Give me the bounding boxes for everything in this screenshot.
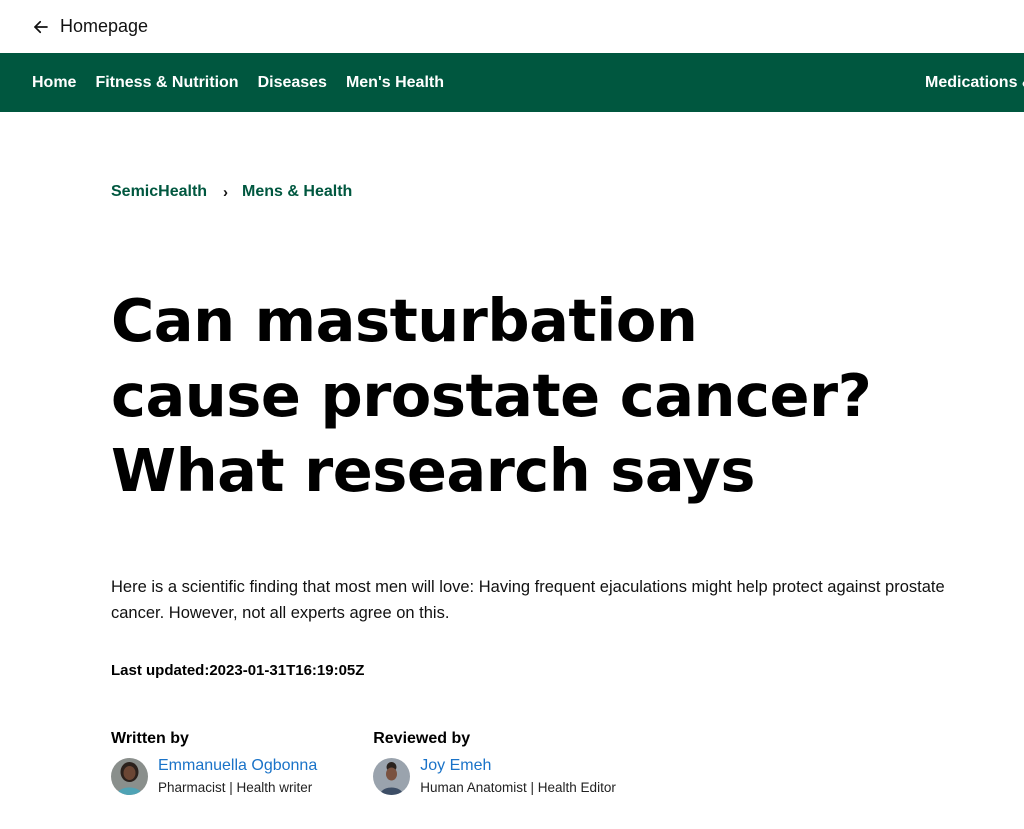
nav-item-diseases[interactable]: Diseases: [258, 74, 327, 92]
reviewer-name-link[interactable]: Joy Emeh: [420, 756, 616, 776]
article-title: Can masturbation cause prostate cancer? …: [111, 286, 872, 505]
writer-avatar: [111, 758, 148, 795]
nav-item-fitness-nutrition[interactable]: Fitness & Nutrition: [95, 74, 238, 92]
main-nav: Home Fitness & Nutrition Diseases Men's …: [0, 53, 1024, 112]
article-summary: Here is a scientific finding that most m…: [111, 578, 945, 622]
written-by-label: Written by: [111, 730, 189, 747]
page: Homepage Home Fitness & Nutrition Diseas…: [0, 0, 1024, 829]
arrow-left-icon: [32, 18, 50, 36]
reviewed-by-block: Reviewed by Joy Emeh Human Anatomist | H…: [373, 730, 616, 798]
nav-item-medications[interactable]: Medications &: [925, 53, 1024, 112]
breadcrumb-separator: ›: [223, 183, 229, 201]
written-by-block: Written by Emmanuella Ogbonna Pharmacist…: [111, 730, 317, 798]
nav-item-mens-health[interactable]: Men's Health: [346, 74, 444, 92]
writer-name-link[interactable]: Emmanuella Ogbonna: [158, 756, 317, 776]
last-updated: Last updated:2023-01-31T16:19:05Z: [111, 662, 365, 679]
back-to-homepage-link[interactable]: Homepage: [0, 0, 1024, 53]
article-content: SemicHealth › Mens & Health Can masturba…: [0, 183, 1024, 798]
nav-item-home[interactable]: Home: [32, 74, 76, 92]
author-credits: Written by Emmanuella Ogbonna Pharmacist…: [111, 730, 964, 798]
reviewed-by-label: Reviewed by: [373, 730, 471, 747]
breadcrumb-site[interactable]: SemicHealth: [111, 183, 207, 201]
breadcrumb: SemicHealth › Mens & Health: [111, 183, 964, 201]
reviewer-description: Human Anatomist | Health Editor: [420, 780, 616, 795]
back-label: Homepage: [60, 16, 149, 36]
writer-description: Pharmacist | Health writer: [158, 780, 313, 795]
reviewer-row: Joy Emeh Human Anatomist | Health Editor: [373, 756, 616, 798]
writer-row: Emmanuella Ogbonna Pharmacist | Health w…: [111, 756, 317, 798]
breadcrumb-section[interactable]: Mens & Health: [242, 183, 352, 201]
reviewer-avatar: [373, 758, 411, 795]
